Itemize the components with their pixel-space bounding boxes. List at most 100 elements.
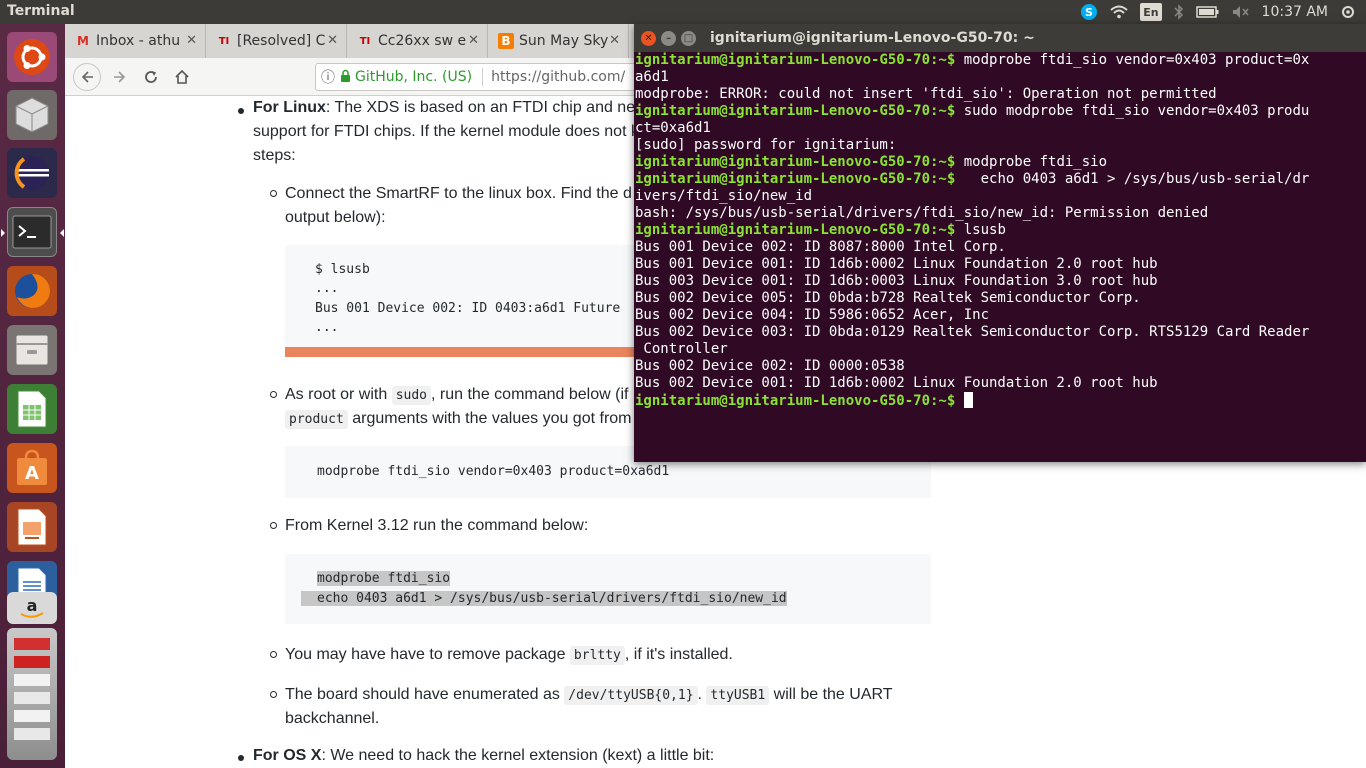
terminal-text: a6d1 [635,69,669,85]
cube-app-icon[interactable] [7,90,57,140]
tab-cc26xx[interactable]: TI Cc26xx sw e ✕ [347,24,488,58]
terminal-line: modprobe: ERROR: could not insert 'ftdi_… [635,86,1217,103]
osx-paragraph: For OS X: We need to hack the kernel ext… [253,744,714,768]
power-gear-icon[interactable] [1340,3,1356,21]
step2-text: arguments with the values you got from [347,410,632,427]
terminal-text: [sudo] password for ignitarium: [635,137,897,153]
terminal-titlebar[interactable]: ✕ – □ ignitarium@ignitarium-Lenovo-G50-7… [634,24,1366,52]
url-text[interactable]: https://github.com/ [491,69,625,85]
svg-text:a: a [27,596,38,615]
step5-text: The board should have enumerated as [285,686,565,703]
terminal-text: Controller [635,341,728,357]
sub-bullet [270,691,277,698]
step1-line-1: Connect the SmartRF to the linux box. Fi… [285,185,632,202]
skype-icon[interactable]: S [1080,3,1098,21]
step3-text: From Kernel 3.12 run the command below: [285,517,589,534]
terminal-icon[interactable] [1,207,64,257]
tab-resolved[interactable]: TI [Resolved] C ✕ [206,24,347,58]
terminal-line: Bus 002 Device 004: ID 5986:0652 Acer, I… [635,307,989,324]
firefox-icon[interactable] [7,266,57,316]
software-center-icon[interactable]: A [7,443,57,493]
terminal-line: Bus 002 Device 005: ID 0bda:b728 Realtek… [635,290,1141,307]
horizontal-scrollbar[interactable] [285,347,635,357]
volume-muted-icon[interactable] [1232,3,1250,21]
amazon-icon[interactable]: a [7,592,57,624]
inline-code-ttyusb: /dev/ttyUSB{0,1} [564,686,698,705]
terminal-line: ignitarium@ignitarium-Lenovo-G50-70:~$ e… [635,171,1309,188]
close-window-icon[interactable]: ✕ [641,30,656,46]
tab-label: [Resolved] C [237,33,326,49]
code-line: ... [315,320,339,335]
bluetooth-icon[interactable] [1174,3,1184,21]
terminal-line: ignitarium@ignitarium-Lenovo-G50-70:~$ m… [635,52,1309,69]
maximize-window-icon[interactable]: □ [681,30,696,46]
libreoffice-impress-icon[interactable] [7,502,57,552]
close-tab-icon[interactable]: ✕ [327,33,338,48]
linux-paragraph-line-1: For Linux: The XDS is based on an FTDI c… [253,96,635,120]
sub-bullet [270,190,277,197]
back-button[interactable] [73,63,101,91]
terminal-output[interactable]: ignitarium@ignitarium-Lenovo-G50-70:~$ m… [635,52,1365,462]
blogger-icon: B [498,33,514,49]
terminal-window[interactable]: ✕ – □ ignitarium@ignitarium-Lenovo-G50-7… [634,24,1366,462]
forward-button[interactable] [107,65,133,89]
step4-text: , if it's installed. [624,646,733,663]
bullet [238,755,244,761]
info-icon[interactable]: ⓘ [316,67,340,87]
terminal-line: Bus 002 Device 001: ID 1d6b:0002 Linux F… [635,375,1158,392]
step1-line-2: output below): [285,209,386,226]
terminal-line: ignitarium@ignitarium-Lenovo-G50-70:~$ [635,392,973,409]
close-tab-icon[interactable]: ✕ [186,33,197,48]
gmail-icon: M [77,34,89,48]
terminal-text: ct=0xa6d1 [635,120,711,136]
terminal-line: Bus 002 Device 003: ID 0bda:0129 Realtek… [635,324,1309,341]
step5-line-2: backchannel. [285,710,380,727]
url-separator [482,68,484,86]
step5-text: will be the UART [769,686,893,703]
terminal-prompt: ignitarium@ignitarium-Lenovo-G50-70:~$ [635,222,956,238]
terminal-prompt: ignitarium@ignitarium-Lenovo-G50-70:~$ [635,52,956,68]
clock[interactable]: 10:37 AM [1262,3,1328,21]
terminal-text: Bus 001 Device 002: ID 8087:8000 Intel C… [635,239,1006,255]
linux-paragraph-line-3: steps: [253,147,296,164]
svg-text:S: S [1085,6,1093,19]
terminal-text: modprobe ftdi_sio vendor=0x403 product=0… [955,52,1310,68]
libreoffice-calc-icon[interactable] [7,384,57,434]
terminal-text: sudo modprobe ftdi_sio vendor=0x403 prod… [955,103,1310,119]
linux-text: : The XDS is based on an FTDI chip and n… [325,99,636,116]
eclipse-icon[interactable] [7,148,57,198]
close-tab-icon[interactable]: ✕ [609,33,620,48]
active-app-title: Terminal [7,3,75,19]
terminal-prompt: ignitarium@ignitarium-Lenovo-G50-70:~$ [635,103,956,119]
step2-text: , run the command below (if [431,386,629,403]
osx-text: : We need to hack the kernel extension (… [321,747,715,764]
lock-icon [340,69,351,86]
wifi-icon[interactable] [1110,3,1128,21]
tab-blogger[interactable]: B Sun May Sky ✕ [488,24,629,58]
step4-text: You may have have to remove package [285,646,570,663]
terminal-title: ignitarium@ignitarium-Lenovo-G50-70: ~ [710,30,1035,46]
tab-label: Cc26xx sw e [378,33,467,49]
reload-button[interactable] [138,65,164,89]
home-button[interactable] [169,65,195,89]
step4-line: You may have have to remove package brlt… [285,643,733,668]
terminal-line: ignitarium@ignitarium-Lenovo-G50-70:~$ m… [635,154,1107,171]
stacked-apps-icon[interactable] [7,628,57,760]
ubuntu-dash-icon[interactable] [7,32,57,82]
sub-bullet [270,522,277,529]
battery-icon[interactable] [1195,3,1220,21]
terminal-text: Bus 002 Device 004: ID 5986:0652 Acer, I… [635,307,990,323]
close-tab-icon[interactable]: ✕ [468,33,479,48]
keyboard-layout-indicator[interactable]: En [1140,3,1162,21]
terminal-line: ivers/ftdi_sio/new_id [635,188,812,205]
terminal-text: bash: /sys/bus/usb-serial/drivers/ftdi_s… [635,205,1209,221]
step2-line-2: product arguments with the values you go… [285,407,632,432]
terminal-line: a6d1 [635,69,669,86]
tab-label: Inbox - athu [96,33,181,49]
code-line: $ lsusb [315,262,370,277]
tab-gmail[interactable]: M Inbox - athu ✕ [65,24,206,58]
minimize-window-icon[interactable]: – [661,30,676,46]
terminal-line: ct=0xa6d1 [635,120,711,137]
file-manager-icon[interactable] [7,325,57,375]
terminal-text: Bus 001 Device 001: ID 1d6b:0002 Linux F… [635,256,1158,272]
